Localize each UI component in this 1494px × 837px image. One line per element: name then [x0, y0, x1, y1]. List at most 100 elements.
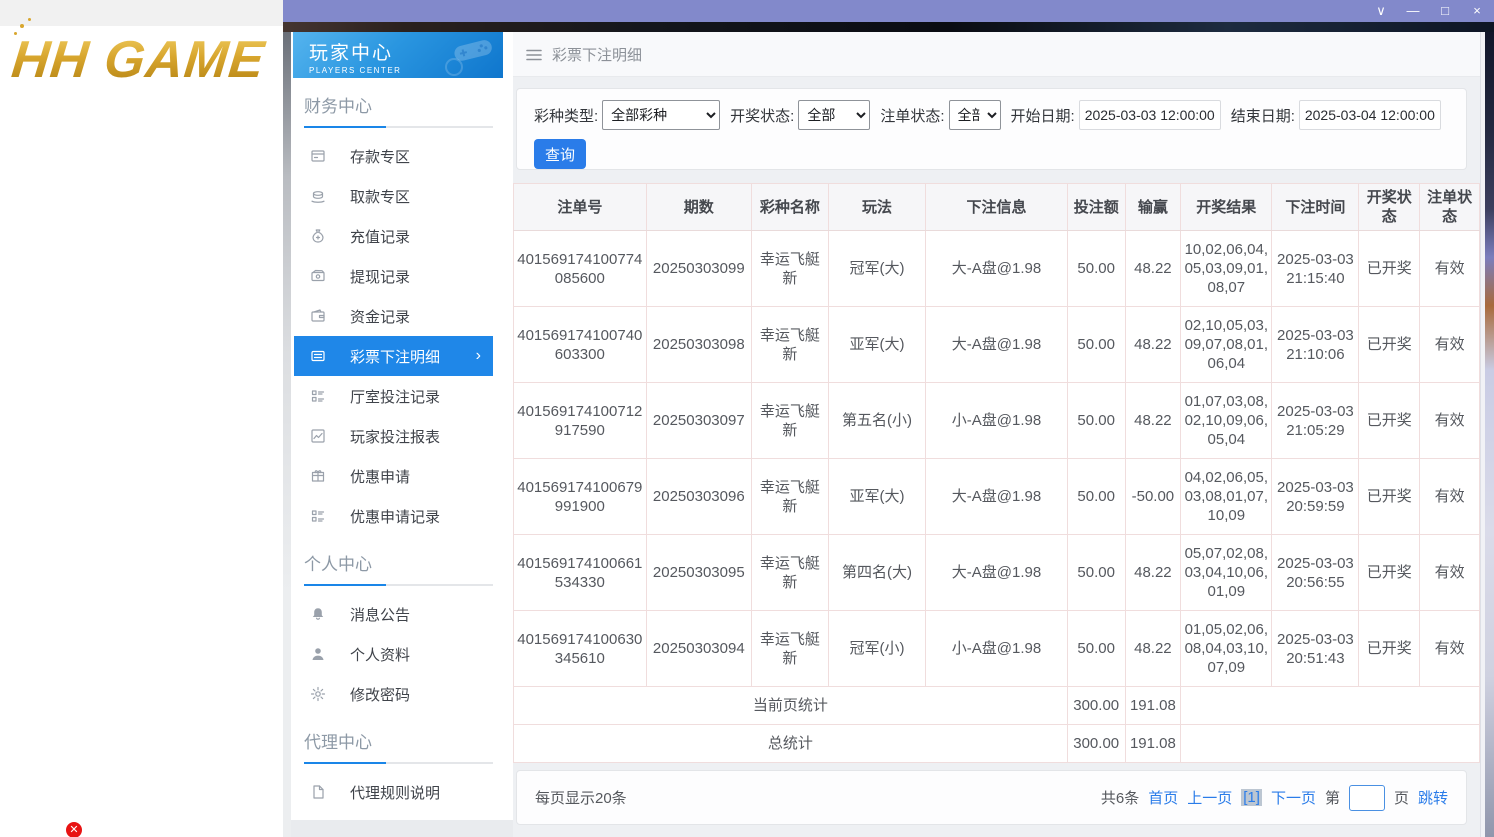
- sidebar-item[interactable]: 充值记录: [294, 216, 493, 256]
- query-button[interactable]: 查询: [534, 139, 586, 169]
- sidebar-item[interactable]: 厅室投注记录: [294, 376, 493, 416]
- table-cell: 50.00: [1066, 610, 1126, 687]
- background-top-strip: [0, 0, 283, 26]
- error-icon: ✕: [66, 822, 82, 837]
- table-cell: 大-A盘@1.98: [925, 230, 1068, 307]
- table-cell: 已开奖: [1358, 230, 1421, 307]
- end-date-input[interactable]: [1298, 100, 1441, 130]
- table-cell: 401569174100774085600: [513, 230, 647, 307]
- sidebar-item-label: 代理规则说明: [350, 784, 441, 802]
- table-cell: 48.22: [1124, 610, 1182, 687]
- sidebar-item[interactable]: 修改密码: [294, 674, 493, 714]
- table-cell: -50.00: [1124, 458, 1182, 535]
- sidebar-item[interactable]: 玩家投注报表: [294, 416, 493, 456]
- table-cell: 20250303097: [645, 382, 752, 459]
- table-cell: 401569174100679991900: [513, 458, 647, 535]
- table-cell: 大-A盘@1.98: [925, 458, 1068, 535]
- table-cell: 2025-03-03 21:05:29: [1271, 382, 1360, 459]
- table-cell: 20250303096: [645, 458, 752, 535]
- table-cell: 02,10,05,03,09,07,08,01,06,04: [1180, 306, 1273, 383]
- sidebar-header: 玩家中心 PLAYERS CENTER: [293, 32, 503, 78]
- cashout-icon: [310, 268, 326, 284]
- first-page-link[interactable]: 首页: [1148, 787, 1178, 808]
- table-cell: 幸运飞艇新: [750, 534, 829, 611]
- close-icon[interactable]: ×: [1468, 0, 1486, 22]
- chevron-right-icon: ›: [475, 347, 481, 364]
- table-cell: 有效: [1419, 306, 1480, 383]
- section-underline: [304, 126, 493, 128]
- table-cell: 50.00: [1066, 230, 1126, 307]
- column-header: 开奖状态: [1358, 183, 1421, 231]
- sidebar-item[interactable]: 优惠申请: [294, 456, 493, 496]
- table-row: 401569174100661534330 20250303095 幸运飞艇新 第四名…: [513, 534, 1480, 611]
- column-header: 投注额: [1066, 183, 1126, 231]
- summary-empty-cell: [1180, 686, 1480, 725]
- sidebar-item[interactable]: 消息公告: [294, 594, 493, 634]
- table-cell: 已开奖: [1358, 534, 1421, 611]
- table-cell: 401569174100740603300: [513, 306, 647, 383]
- sidebar-item[interactable]: 资金记录: [294, 296, 493, 336]
- sidebar-item[interactable]: 代理规则说明: [294, 772, 493, 812]
- brand-logo[interactable]: HH GAME: [9, 18, 312, 100]
- sidebar-item[interactable]: 代理团队统计: [294, 812, 493, 820]
- start-date-input[interactable]: [1078, 100, 1221, 130]
- jump-action-link[interactable]: 跳转: [1418, 787, 1448, 808]
- sidebar-item-label: 优惠申请: [350, 468, 411, 486]
- prev-page-link[interactable]: 上一页: [1187, 787, 1232, 808]
- table-cell: 已开奖: [1358, 458, 1421, 535]
- decorative-circle: [445, 58, 463, 76]
- sidebar-shadow: [283, 32, 291, 837]
- hall-icon: [310, 388, 326, 404]
- sidebar-item[interactable]: 提现记录: [294, 256, 493, 296]
- bet-status-label: 注单状态:: [880, 107, 945, 125]
- table-cell: 01,07,03,08,02,10,09,06,05,04: [1180, 382, 1273, 459]
- table-cell: 幸运飞艇新: [750, 230, 829, 307]
- sidebar-item-label: 资金记录: [350, 308, 411, 326]
- sidebar-item-label: 取款专区: [350, 188, 411, 206]
- table-cell: 2025-03-03 21:10:06: [1271, 306, 1360, 383]
- sidebar-item[interactable]: 彩票下注明细 ›: [294, 336, 493, 376]
- table-cell: 50.00: [1066, 306, 1126, 383]
- start-date-label: 开始日期:: [1010, 107, 1075, 125]
- page-jump-input[interactable]: [1348, 784, 1385, 811]
- section-underline: [304, 584, 493, 586]
- bet-status-select[interactable]: 全部: [948, 100, 1001, 130]
- end-date-label: 结束日期:: [1230, 107, 1295, 125]
- table-cell: 401569174100630345610: [513, 610, 647, 687]
- funds-icon: [310, 308, 326, 324]
- column-header: 下注信息: [925, 183, 1068, 231]
- jump-suffix-label: 页: [1393, 790, 1409, 807]
- bets-table: 注单号 期数 彩种名称 玩法 下注信息 投注额 输赢 开奖结果 下注时间 开奖状态 注单状态 4015…: [513, 183, 1480, 763]
- table-cell: 20250303095: [645, 534, 752, 611]
- draw-status-select[interactable]: 全部: [798, 100, 871, 130]
- minimize-icon[interactable]: —: [1404, 0, 1422, 22]
- bell-icon: [310, 606, 326, 622]
- table-cell: 大-A盘@1.98: [925, 306, 1068, 383]
- sidebar-item[interactable]: 个人资料: [294, 634, 493, 674]
- table-cell: 401569174100661534330: [513, 534, 647, 611]
- table-cell: 已开奖: [1358, 306, 1421, 383]
- sidebar-item[interactable]: 取款专区: [294, 176, 493, 216]
- hamburger-icon[interactable]: [526, 48, 542, 61]
- table-cell: 亚军(大): [827, 306, 927, 383]
- logo-confetti-dot: [20, 24, 24, 28]
- summary-bet-total: 300.00: [1066, 686, 1126, 725]
- table-cell: 48.22: [1124, 534, 1182, 611]
- table-row: 401569174100774085600 20250303099 幸运飞艇新 冠军(…: [513, 230, 1480, 307]
- table-cell: 已开奖: [1358, 382, 1421, 459]
- withdraw-icon: [310, 188, 326, 204]
- next-page-link[interactable]: 下一页: [1271, 787, 1316, 808]
- table-cell: 大-A盘@1.98: [925, 534, 1068, 611]
- table-cell: 有效: [1419, 534, 1480, 611]
- chevron-down-icon[interactable]: ∨: [1372, 0, 1390, 22]
- maximize-icon[interactable]: □: [1436, 0, 1454, 22]
- table-cell: 有效: [1419, 230, 1480, 307]
- sidebar-item-label: 优惠申请记录: [350, 508, 441, 526]
- table-cell: 幸运飞艇新: [750, 458, 829, 535]
- sidebar-item[interactable]: 存款专区: [294, 136, 493, 176]
- content-topbar: 彩票下注明细: [513, 32, 1480, 77]
- sidebar-item[interactable]: 优惠申请记录: [294, 496, 493, 536]
- window-dark-strip: [283, 22, 1494, 32]
- lottery-type-select[interactable]: 全部彩种: [602, 100, 721, 130]
- sidebar-item-label: 玩家投注报表: [350, 428, 441, 446]
